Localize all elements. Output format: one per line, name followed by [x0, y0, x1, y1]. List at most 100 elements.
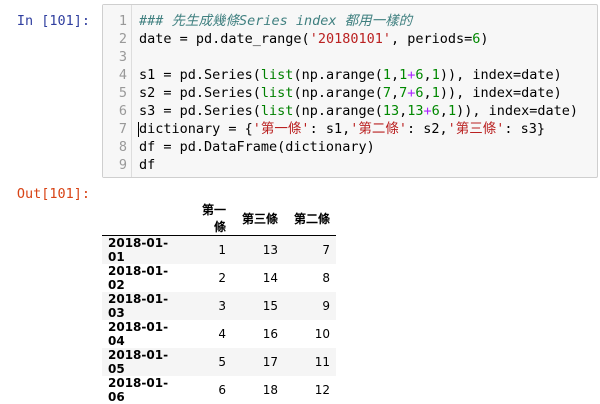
code-text[interactable]: df = pd.DataFrame(dictionary) — [139, 138, 375, 156]
code-token: 1 — [431, 85, 440, 101]
code-token: list — [260, 67, 294, 83]
code-token: (np.arange( — [293, 85, 383, 101]
code-token: list — [260, 103, 294, 119]
code-line[interactable]: 1 ### 先生成幾條Series index 都用一樣的 — [103, 12, 597, 30]
table-cell: 7 — [322, 243, 330, 257]
table-cell: 14 — [262, 271, 278, 285]
code-token: , — [390, 67, 400, 83]
code-text[interactable]: s2 = pd.Series(list(np.arange(7,7+6,1)),… — [139, 84, 562, 102]
table-cell: 16 — [262, 327, 278, 341]
code-text[interactable]: ### 先生成幾條Series index 都用一樣的 — [139, 12, 412, 30]
input-prompt: In [101]: — [16, 13, 90, 29]
code-text[interactable]: df — [139, 156, 155, 174]
code-line[interactable]: 9 df — [103, 156, 597, 174]
row-index: 2018-01-03 — [108, 292, 169, 320]
table-row: 2018-01-04 4 16 10 — [102, 320, 336, 348]
column-header: 第三條 — [232, 201, 284, 236]
code-token: df = pd.DataFrame(dictionary) — [139, 139, 375, 155]
table-row: 2018-01-02 2 14 8 — [102, 264, 336, 292]
table-cell: 15 — [262, 299, 278, 313]
code-text[interactable]: s1 = pd.Series(list(np.arange(1,1+6,1)),… — [139, 66, 562, 84]
table-cell: 2 — [218, 271, 226, 285]
table-cell: 8 — [322, 271, 330, 285]
table-row: 2018-01-05 5 17 11 — [102, 348, 336, 376]
row-index: 2018-01-05 — [108, 348, 169, 376]
code-token: 1 — [447, 103, 457, 119]
code-token: ) — [480, 31, 489, 47]
code-token: s2 = pd.Series( — [139, 85, 261, 101]
code-token: 7 — [382, 85, 391, 101]
code-token: : s1, — [309, 121, 351, 137]
line-number: 6 — [118, 103, 127, 119]
line-number: 9 — [118, 157, 127, 173]
code-line[interactable]: 2 date = pd.date_range('20180101', period… — [103, 30, 597, 48]
code-token: 1 — [431, 67, 440, 83]
code-token: , — [390, 85, 400, 101]
code-token: , — [439, 103, 448, 119]
line-number: 5 — [118, 85, 127, 101]
line-number: 3 — [118, 49, 127, 65]
table-cell: 4 — [218, 327, 226, 341]
code-token: 6 — [431, 103, 440, 119]
code-token: , — [423, 85, 432, 101]
index-header — [102, 201, 186, 236]
code-token: '第三條' — [447, 121, 505, 137]
code-cell-editor[interactable]: 1 ### 先生成幾條Series index 都用一樣的 2 date = pd.d… — [102, 4, 598, 178]
code-line[interactable]: 8 df = pd.DataFrame(dictionary) — [103, 138, 597, 156]
code-token: , — [423, 67, 432, 83]
code-token: : s2, — [406, 121, 448, 137]
table-cell: 3 — [218, 299, 226, 313]
line-number: 4 — [118, 67, 127, 83]
code-text[interactable]: date = pd.date_range('20180101', periods… — [139, 30, 489, 48]
code-token: dictionary = { — [139, 121, 253, 137]
code-line[interactable]: 7 dictionary = {'第一條': s1,'第二條': s2,'第三條'… — [103, 120, 597, 138]
code-line[interactable]: 6 s3 = pd.Series(list(np.arange(13,13+6,1… — [103, 102, 597, 120]
output-prompt: Out[101]: — [16, 186, 90, 202]
code-token: , periods= — [390, 31, 473, 47]
code-token: (np.arange( — [293, 103, 383, 119]
line-number: 2 — [118, 31, 127, 47]
code-token: '第一條' — [252, 121, 310, 137]
code-token: )), index=date) — [439, 67, 562, 83]
code-token: 13 — [407, 103, 424, 119]
row-index: 2018-01-02 — [108, 264, 169, 292]
code-token: 1 — [382, 67, 391, 83]
code-token: : s3} — [504, 121, 546, 137]
row-index: 2018-01-04 — [108, 320, 169, 348]
code-token: 6 — [415, 85, 424, 101]
code-text[interactable]: s3 = pd.Series(list(np.arange(13,13+6,1)… — [139, 102, 578, 120]
table-cell: 13 — [262, 243, 278, 257]
table-cell: 1 — [218, 243, 226, 257]
row-index: 2018-01-01 — [108, 236, 169, 264]
code-token: df — [139, 157, 156, 173]
code-token: s1 = pd.Series( — [139, 67, 261, 83]
code-text[interactable]: dictionary = {'第一條': s1,'第二條': s2,'第三條':… — [138, 120, 546, 138]
line-number: 7 — [118, 121, 127, 137]
code-token: list — [260, 85, 294, 101]
column-header: 第一條 — [186, 201, 232, 236]
line-number: 8 — [118, 139, 127, 155]
column-header: 第二條 — [284, 201, 336, 236]
table-cell: 17 — [262, 355, 278, 369]
table-cell: 5 — [218, 355, 226, 369]
code-token: ### 先生成幾條Series index 都用一樣的 — [139, 13, 413, 29]
table-row: 2018-01-03 3 15 9 — [102, 292, 336, 320]
table-cell: 11 — [314, 355, 330, 369]
code-line[interactable]: 4 s1 = pd.Series(list(np.arange(1,1+6,1))… — [103, 66, 597, 84]
code-token: 6 — [415, 67, 424, 83]
code-line[interactable]: 3 — [103, 48, 597, 66]
line-number: 1 — [118, 13, 127, 29]
code-token: )), index=date) — [439, 85, 562, 101]
code-token: + — [423, 103, 432, 119]
table-cell: 9 — [322, 299, 330, 313]
code-line[interactable]: 5 s2 = pd.Series(list(np.arange(7,7+6,1))… — [103, 84, 597, 102]
dataframe-output: 第一條 第三條 第二條 2018-01-01 1 13 7 2018-01-02… — [102, 201, 336, 404]
code-token: '第二條' — [350, 121, 407, 137]
code-token: (np.arange( — [293, 67, 383, 83]
code-token: 13 — [382, 103, 400, 119]
code-token: date = pd.date_range( — [139, 31, 310, 47]
code-token: '20180101' — [309, 31, 391, 47]
dataframe-header-row: 第一條 第三條 第二條 — [102, 201, 336, 236]
table-cell: 10 — [314, 327, 330, 341]
code-token: )), index=date) — [456, 103, 578, 119]
